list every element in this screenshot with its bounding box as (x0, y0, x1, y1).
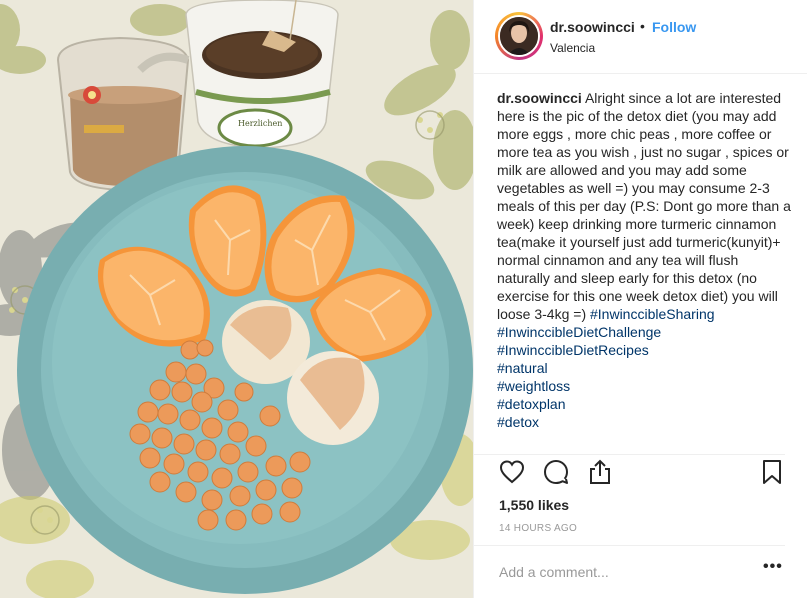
hashtag-link[interactable]: #natural (497, 359, 795, 377)
post-caption: dr.soowincci Alright since a lot are int… (497, 89, 795, 431)
more-options-button[interactable]: ••• (763, 558, 783, 576)
avatar[interactable] (495, 12, 543, 60)
hashtag-link[interactable]: #detox (497, 413, 795, 431)
hashtag-link[interactable]: #InwinccibleDietRecipes (497, 341, 795, 359)
avatar-image (498, 15, 540, 57)
post-location[interactable]: Valencia (550, 41, 595, 55)
post-photo[interactable]: Herzlichen (0, 0, 473, 598)
avatar-portrait-icon (500, 17, 538, 55)
like-button[interactable] (498, 458, 526, 486)
heart-icon (499, 460, 525, 484)
divider (474, 454, 785, 455)
post-header: dr.soowincci • Follow Valencia (474, 0, 807, 74)
divider (474, 545, 785, 546)
share-icon (590, 459, 610, 484)
post-author-username[interactable]: dr.soowincci (550, 19, 635, 35)
separator-dot: • (640, 18, 645, 34)
hashtag-link[interactable]: #InwinccibleDietChallenge (497, 323, 795, 341)
like-count[interactable]: 1,550 likes (499, 497, 569, 513)
post-actions (474, 456, 807, 492)
hashtag-link[interactable]: #weightloss (497, 377, 795, 395)
caption-username[interactable]: dr.soowincci (497, 90, 582, 106)
comment-button[interactable] (542, 458, 570, 486)
save-button[interactable] (758, 458, 786, 486)
follow-button[interactable]: Follow (652, 19, 696, 35)
svg-text:Herzlichen: Herzlichen (238, 119, 282, 128)
hashtag-link[interactable]: #detoxplan (497, 395, 795, 413)
comment-icon (544, 460, 568, 484)
share-button[interactable] (586, 458, 614, 486)
post-photo-illustration: Herzlichen (0, 0, 473, 598)
caption-text: Alright since a lot are interested here … (497, 90, 791, 322)
post-side-panel: dr.soowincci • Follow Valencia dr.soowin… (473, 0, 807, 598)
bookmark-icon (763, 460, 781, 484)
hashtag-link[interactable]: #InwinccibleSharing (590, 306, 715, 322)
post-timestamp[interactable]: 14 HOURS AGO (499, 523, 577, 534)
comment-input[interactable] (499, 562, 749, 582)
